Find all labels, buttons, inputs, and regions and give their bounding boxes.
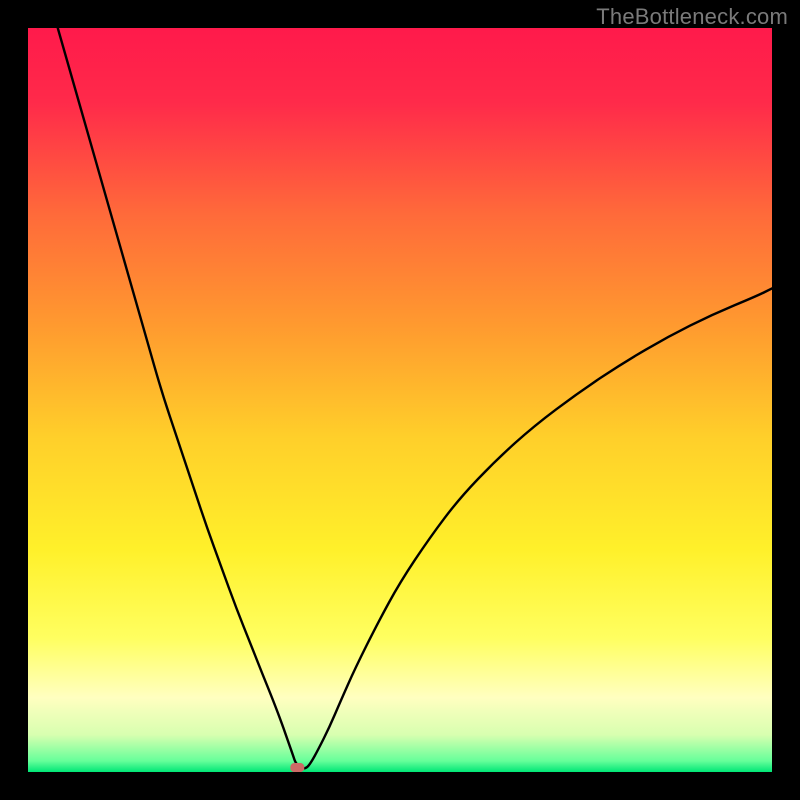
chart-frame [28, 28, 772, 772]
optimal-point-marker [290, 763, 304, 772]
gradient-background [28, 28, 772, 772]
bottleneck-chart [28, 28, 772, 772]
watermark-text: TheBottleneck.com [596, 4, 788, 30]
